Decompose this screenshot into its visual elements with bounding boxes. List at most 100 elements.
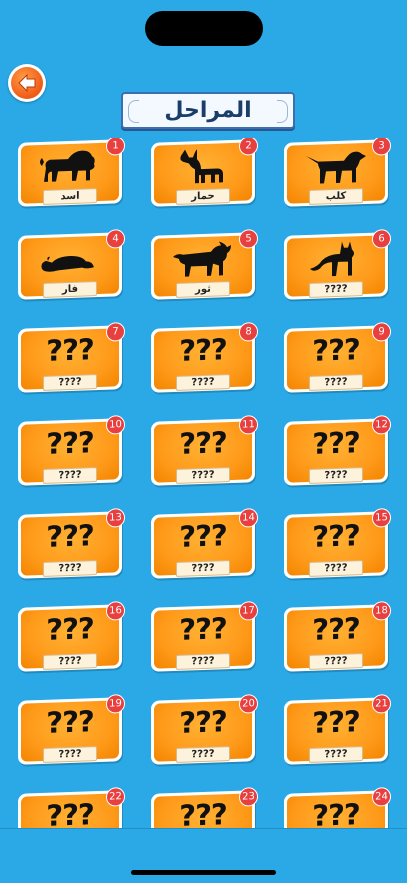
level-number-badge: 1: [106, 138, 125, 156]
level-card[interactable]: ??????? 11: [151, 415, 258, 486]
level-number-badge: 5: [239, 229, 258, 249]
bull-icon: [171, 239, 235, 279]
level-card[interactable]: ??????? 12: [284, 415, 391, 486]
levels-scroll-area[interactable]: اسد 1 حمار 2 كلب 3 فار 4 ثور 5???? 6??????? 7??????…: [0, 138, 407, 828]
level-name-tag: ????: [309, 560, 363, 577]
mystery-text: ???: [179, 611, 227, 647]
level-card[interactable]: ثور 5: [151, 229, 258, 300]
level-card[interactable]: ??????? 19: [18, 694, 125, 765]
level-card[interactable]: ??????? 8: [151, 322, 258, 393]
level-card-face: ???????23: [154, 787, 258, 828]
mystery-text: ???: [312, 704, 360, 740]
level-card[interactable]: ??????? 9: [284, 322, 391, 393]
levels-grid: اسد 1 حمار 2 كلب 3 فار 4 ثور 5???? 6??????? 7??????…: [18, 138, 391, 828]
level-name-tag: ????: [43, 467, 97, 484]
level-card-face: حمار 2: [154, 138, 258, 205]
level-number-badge: 20: [239, 694, 258, 714]
level-card[interactable]: ??????? 21: [284, 694, 391, 765]
level-name-tag: ????: [309, 746, 363, 763]
donkey-icon: [171, 146, 235, 186]
level-card-face: ??????? 13: [21, 508, 125, 577]
level-name-tag: ????: [309, 467, 363, 484]
level-name-tag: ????: [176, 467, 230, 484]
mystery-text: ???: [179, 797, 227, 828]
level-number-badge: 9: [372, 322, 391, 342]
mystery-text: ???: [179, 518, 227, 554]
level-card-face: ??????? 15: [287, 508, 391, 577]
level-card[interactable]: ??????? 10: [18, 415, 125, 486]
mystery-text: ???: [46, 518, 94, 554]
level-card[interactable]: اسد 1: [18, 138, 125, 207]
page-title: المراحل: [164, 98, 252, 123]
level-card-face: ??????? 17: [154, 601, 258, 670]
level-name-tag: ????: [43, 374, 97, 391]
level-name-tag: ????: [43, 653, 97, 670]
home-indicator[interactable]: [131, 870, 276, 875]
level-name-tag: حمار: [176, 188, 230, 205]
level-number-badge: 12: [372, 415, 391, 435]
level-card-face: ???????22: [21, 787, 125, 828]
level-card[interactable]: ??????? 7: [18, 322, 125, 393]
level-card-face: فار 4: [21, 229, 125, 298]
mystery-text: ???: [312, 518, 360, 554]
level-number-badge: 11: [239, 415, 258, 435]
mystery-text: ???: [312, 332, 360, 368]
level-card[interactable]: حمار 2: [151, 138, 258, 207]
camera-notch: [145, 11, 263, 46]
level-card-face: ??????? 10: [21, 415, 125, 484]
mystery-text: ???: [46, 611, 94, 647]
level-card[interactable]: ???????24: [284, 787, 391, 828]
level-number-badge: 23: [239, 787, 258, 807]
level-card[interactable]: فار 4: [18, 229, 125, 300]
dog-icon: [304, 146, 368, 186]
lion-icon: [38, 146, 102, 186]
level-card[interactable]: ???????22: [18, 787, 125, 828]
level-card-face: ???? 6: [287, 229, 391, 298]
level-number-badge: 6: [372, 229, 391, 249]
level-card-face: ??????? 12: [287, 415, 391, 484]
level-card-face: ??????? 11: [154, 415, 258, 484]
level-card[interactable]: ??????? 16: [18, 601, 125, 672]
mystery-text: ???: [46, 332, 94, 368]
level-card[interactable]: ???? 6: [284, 229, 391, 300]
level-number-badge: 4: [106, 229, 125, 249]
level-name-tag: ????: [176, 653, 230, 670]
mystery-text: ???: [46, 425, 94, 461]
level-name-tag: ????: [176, 374, 230, 391]
level-card[interactable]: كلب 3: [284, 138, 391, 207]
level-number-badge: 16: [106, 601, 125, 621]
back-button[interactable]: [8, 64, 46, 102]
level-card[interactable]: ??????? 18: [284, 601, 391, 672]
level-number-badge: 10: [106, 415, 125, 435]
level-number-badge: 22: [106, 787, 125, 807]
level-card-face: ??????? 20: [154, 694, 258, 763]
mystery-text: ???: [179, 332, 227, 368]
level-card-face: كلب 3: [287, 138, 391, 205]
level-card-face: ??????? 19: [21, 694, 125, 763]
level-name-tag: فار: [43, 281, 97, 298]
level-card-face: اسد 1: [21, 138, 125, 205]
level-card-face: ??????? 8: [154, 322, 258, 391]
mystery-text: ???: [312, 797, 360, 828]
level-name-tag: ????: [309, 374, 363, 391]
level-card-face: ثور 5: [154, 229, 258, 298]
level-name-tag: كلب: [309, 188, 363, 205]
level-card[interactable]: ??????? 15: [284, 508, 391, 579]
level-card[interactable]: ??????? 20: [151, 694, 258, 765]
level-card[interactable]: ??????? 14: [151, 508, 258, 579]
level-card[interactable]: ???????23: [151, 787, 258, 828]
level-card[interactable]: ??????? 17: [151, 601, 258, 672]
level-number-badge: 13: [106, 508, 125, 528]
level-card[interactable]: ??????? 13: [18, 508, 125, 579]
level-name-tag: ????: [309, 281, 363, 298]
level-name-tag: ????: [176, 560, 230, 577]
level-number-badge: 3: [372, 138, 391, 156]
level-number-badge: 15: [372, 508, 391, 528]
level-name-tag: ????: [43, 560, 97, 577]
level-name-tag: ????: [43, 746, 97, 763]
level-number-badge: 7: [106, 322, 125, 342]
level-number-badge: 14: [239, 508, 258, 528]
fox-icon: [304, 239, 368, 279]
level-number-badge: 18: [372, 601, 391, 621]
level-name-tag: ثور: [176, 281, 230, 298]
